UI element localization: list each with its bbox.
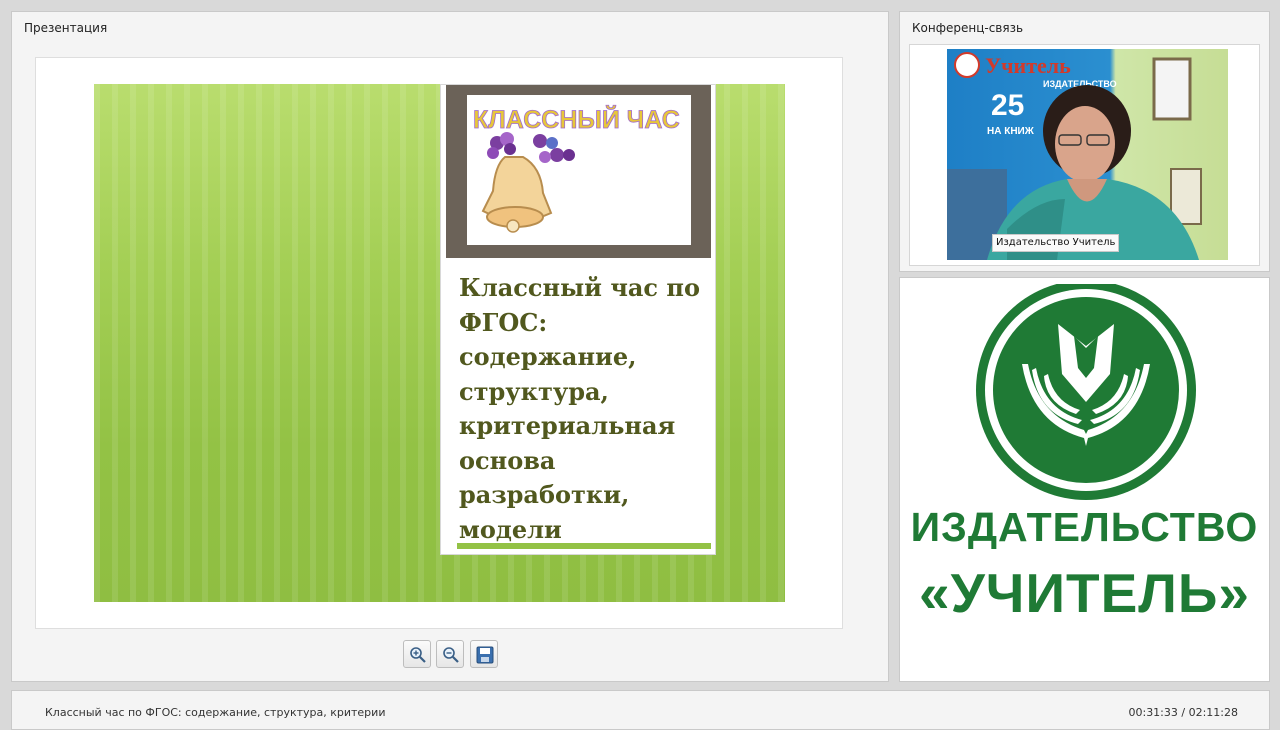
zoom-in-button[interactable] — [403, 640, 431, 668]
slide: КЛАССНЫЙ ЧАС Классный час по ФГОС: содер… — [94, 84, 785, 602]
wall-frame — [1152, 57, 1192, 121]
backdrop-caption: НА КНИЖ — [987, 126, 1035, 137]
slide-title-card: КЛАССНЫЙ ЧАС Классный час по ФГОС: содер… — [440, 84, 716, 555]
footer-bar: Классный час по ФГОС: содержание, структ… — [11, 690, 1270, 730]
backdrop-number: 25 — [991, 89, 1024, 122]
presentation-panel: Презентация КЛАССНЫЙ ЧАС Классный час по… — [11, 11, 889, 682]
backdrop-brand-text: Учитель — [985, 53, 1071, 78]
banner-text: КЛАССНЫЙ ЧАС — [473, 104, 680, 134]
slide-heading: Классный час по ФГОС: содержание, структ… — [459, 273, 700, 544]
slide-image-frame: КЛАССНЫЙ ЧАС — [446, 85, 711, 258]
zoom-out-button[interactable] — [436, 640, 464, 668]
presentation-toolbar — [403, 640, 501, 668]
playback-time: 00:31:33 / 02:11:28 — [1128, 706, 1238, 719]
conference-panel: Конференц-связь Учитель ИЗДАТЕЛЬСТВО 25 … — [899, 11, 1270, 272]
slide-underline — [457, 543, 711, 549]
presentation-panel-title: Презентация — [24, 21, 108, 35]
webcam-video[interactable]: Учитель ИЗДАТЕЛЬСТВО 25 НА КНИЖ — [947, 49, 1228, 260]
publisher-logo-panel: ИЗДАТЕЛЬСТВО «УЧИТЕЛЬ» — [899, 277, 1270, 682]
video-container: Учитель ИЗДАТЕЛЬСТВО 25 НА КНИЖ Издатель… — [909, 44, 1260, 266]
zoom-in-icon — [410, 647, 426, 663]
slide-viewport: КЛАССНЫЙ ЧАС Классный час по ФГОС: содер… — [35, 57, 843, 629]
floppy-disk-icon — [476, 646, 494, 664]
zoom-out-icon — [443, 647, 459, 663]
flower-decoration-icon — [487, 132, 575, 163]
publisher-name-line1: ИЗДАТЕЛЬСТВО — [910, 504, 1259, 550]
participant-name-tag: Издательство Учитель — [992, 234, 1120, 252]
backdrop-logo-icon — [954, 52, 980, 78]
publisher-name-line2: «УЧИТЕЛЬ» — [919, 562, 1250, 624]
slide-image: КЛАССНЫЙ ЧАС — [467, 95, 691, 245]
webcam-scene: Учитель ИЗДАТЕЛЬСТВО 25 НА КНИЖ — [947, 52, 1202, 260]
publisher-emblem-icon — [976, 284, 1196, 500]
save-button[interactable] — [470, 640, 498, 668]
webinar-title: Классный час по ФГОС: содержание, структ… — [45, 706, 386, 719]
conference-panel-title: Конференц-связь — [912, 21, 1024, 35]
person-face — [1055, 106, 1115, 182]
classroom-hour-banner: КЛАССНЫЙ ЧАС — [473, 104, 680, 233]
bell-icon — [481, 156, 553, 233]
